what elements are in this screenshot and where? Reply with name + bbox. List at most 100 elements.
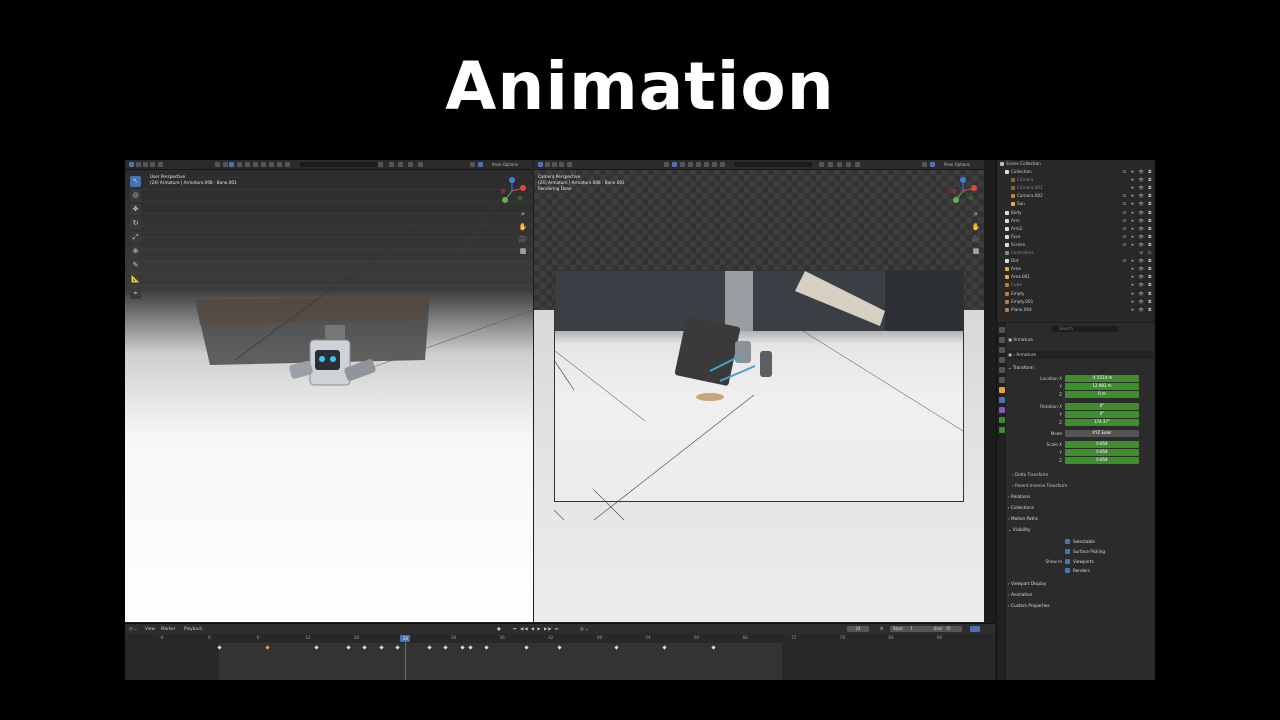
outliner-item[interactable]: Empty.001 ➤ 👁 ◘ bbox=[997, 298, 1155, 306]
visibility-icons[interactable]: ☑ ☐ bbox=[1140, 249, 1153, 257]
timeline-menu-view[interactable]: View bbox=[145, 624, 155, 634]
visibility-section[interactable]: ⌄ Visibility bbox=[1008, 525, 1154, 534]
bone-tab-icon[interactable] bbox=[998, 427, 1005, 433]
tool-tab-icon[interactable] bbox=[998, 327, 1005, 333]
visibility-icons[interactable]: ➤ 👁 ◘ bbox=[1131, 184, 1153, 192]
collections-section[interactable]: › Collections bbox=[1008, 503, 1154, 512]
scale-y-row: Y 0.854 bbox=[1008, 449, 1154, 457]
collection-icon bbox=[1005, 234, 1009, 239]
properties-body: Search ▣ Armature ▣ ‹ Armature ⌄ Transfo… bbox=[1008, 325, 1154, 680]
scale-z-field[interactable]: 0.854 bbox=[1065, 457, 1139, 464]
record-icon[interactable]: ● bbox=[497, 624, 501, 634]
animation-section[interactable]: › Animation bbox=[1008, 590, 1154, 599]
viewport-right[interactable]: Pose Options Camera Perspective (24) Arm… bbox=[534, 160, 984, 622]
frame-tick-label: 72 bbox=[791, 635, 797, 640]
properties-search-input[interactable]: Search bbox=[1051, 326, 1119, 332]
constraint-tab-icon[interactable] bbox=[998, 407, 1005, 413]
relations-section[interactable]: › Relations bbox=[1008, 492, 1154, 501]
visibility-icons[interactable]: ☑ ➤ 👁 ◘ bbox=[1123, 209, 1153, 217]
motion-paths-section[interactable]: › Motion Paths bbox=[1008, 514, 1154, 523]
rotation-x-field[interactable]: 0° bbox=[1065, 403, 1139, 410]
output-tab-icon[interactable] bbox=[998, 347, 1005, 353]
playback-controls[interactable]: ⏮ ◀◀ ◀ ▶ ▶▶ ⏭ bbox=[513, 624, 560, 634]
modifier-tab-icon[interactable] bbox=[998, 397, 1005, 403]
visibility-icons[interactable]: ➤ 👁 ◘ bbox=[1131, 306, 1153, 314]
scale-x-field[interactable]: 0.854 bbox=[1065, 441, 1139, 448]
outliner-item[interactable]: Face ☑ ➤ 👁 ◘ bbox=[997, 233, 1155, 241]
visibility-icons[interactable]: ➤ 👁 ◘ bbox=[1131, 265, 1153, 273]
timeline-menu-playback[interactable]: Playback bbox=[184, 624, 203, 634]
outliner-item[interactable]: Dot ☑ ➤ 👁 ◘ bbox=[997, 257, 1155, 265]
surface-picking-checkbox[interactable] bbox=[1065, 549, 1070, 554]
end-frame-field[interactable]: End 70 bbox=[931, 626, 962, 632]
world-tab-icon[interactable] bbox=[998, 377, 1005, 383]
outliner-item[interactable]: Arm2 ☑ ➤ 👁 ◘ bbox=[997, 225, 1155, 233]
keying-icon[interactable]: ◎ ⌄ bbox=[580, 624, 589, 634]
outliner-item[interactable]: Cube ➤ 👁 ◘ bbox=[997, 281, 1155, 289]
visibility-icons[interactable]: ☑ ➤ 👁 ◘ bbox=[1123, 233, 1153, 241]
viewports-checkbox[interactable] bbox=[1065, 559, 1070, 564]
rotation-mode-dropdown[interactable]: XYZ Euler bbox=[1065, 430, 1139, 437]
visibility-icons[interactable]: ➤ 👁 ◘ bbox=[1131, 273, 1153, 281]
visibility-icons[interactable]: ☑ ➤ 👁 ◘ bbox=[1123, 200, 1153, 208]
clock-icon[interactable]: ⏱ bbox=[880, 624, 883, 634]
outliner-item[interactable]: Camera.002 ☑ ➤ 👁 ◘ bbox=[997, 192, 1155, 200]
object-tab-icon[interactable] bbox=[998, 387, 1005, 393]
timeline-header: ◷ ⌄ View Marker Playback ● ⏮ ◀◀ ◀ ▶ ▶▶ ⏭… bbox=[125, 624, 995, 634]
frame-tick-label: 78 bbox=[839, 635, 845, 640]
outliner-item[interactable]: Arm ☑ ➤ 👁 ◘ bbox=[997, 217, 1155, 225]
outliner-item[interactable]: Body ☑ ➤ 👁 ◘ bbox=[997, 209, 1155, 217]
playhead-frame-label[interactable]: 24 bbox=[400, 635, 411, 642]
selectable-checkbox[interactable] bbox=[1065, 539, 1070, 544]
rotation-z-field[interactable]: 174.37° bbox=[1065, 419, 1139, 426]
transform-section[interactable]: ⌄ Transform bbox=[1008, 363, 1154, 372]
visibility-icons[interactable]: ➤ 👁 ◘ bbox=[1131, 298, 1153, 306]
visibility-icons[interactable]: ☑ ➤ 👁 ◘ bbox=[1123, 168, 1153, 176]
data-tab-icon[interactable] bbox=[998, 417, 1005, 423]
outliner-item[interactable]: Screen ☑ ➤ 👁 ◘ bbox=[997, 241, 1155, 249]
outliner-item[interactable]: Area ➤ 👁 ◘ bbox=[997, 265, 1155, 273]
outliner-item[interactable]: Area.001 ➤ 👁 ◘ bbox=[997, 273, 1155, 281]
outliner-item[interactable]: Sun ☑ ➤ 👁 ◘ bbox=[997, 200, 1155, 208]
outliner-item[interactable]: Camera.001 ➤ 👁 ◘ bbox=[997, 184, 1155, 192]
object-name-field[interactable]: ▣ Armature bbox=[1008, 336, 1154, 344]
outliner-item[interactable]: Camera ➤ 👁 ◘ bbox=[997, 176, 1155, 184]
view-options-icon[interactable] bbox=[970, 626, 980, 632]
outliner-item[interactable]: Controllers ☑ ☐ bbox=[997, 249, 1155, 257]
visibility-icons[interactable]: ➤ 👁 ◘ bbox=[1131, 281, 1153, 289]
view-layer-tab-icon[interactable] bbox=[998, 357, 1005, 363]
scene-tab-icon[interactable] bbox=[998, 367, 1005, 373]
visibility-icons[interactable]: ☑ ➤ 👁 ◘ bbox=[1123, 257, 1153, 265]
timeline-menu-marker[interactable]: Marker bbox=[161, 624, 175, 634]
render-tab-icon[interactable] bbox=[998, 337, 1005, 343]
custom-properties-section[interactable]: › Custom Properties bbox=[1008, 601, 1154, 610]
frame-tick-label: -6 bbox=[159, 635, 164, 640]
start-frame-field[interactable]: Start 1 bbox=[890, 626, 931, 632]
scale-y-field[interactable]: 0.854 bbox=[1065, 449, 1139, 456]
outliner-item[interactable]: Plane.004 ➤ 👁 ◘ bbox=[997, 306, 1155, 314]
scene-collection-icon bbox=[1000, 162, 1004, 166]
rotation-y-field[interactable]: 0° bbox=[1065, 411, 1139, 418]
frame-tick-label: 60 bbox=[694, 635, 700, 640]
visibility-icons[interactable]: ☑ ➤ 👁 ◘ bbox=[1123, 225, 1153, 233]
outliner-item[interactable]: Empty ➤ 👁 ◘ bbox=[997, 290, 1155, 298]
renders-checkbox[interactable] bbox=[1065, 568, 1070, 573]
visibility-icons[interactable]: ➤ 👁 ◘ bbox=[1131, 176, 1153, 184]
parent-inverse-section[interactable]: › Parent Inverse Transform bbox=[1012, 481, 1154, 490]
location-z-field[interactable]: 0 m bbox=[1065, 391, 1139, 398]
viewport-left[interactable]: Pose Options User Perspective (24) Armat… bbox=[125, 160, 533, 622]
outliner-item[interactable]: Collection ☑ ➤ 👁 ◘ bbox=[997, 168, 1155, 176]
timeline[interactable]: ◷ ⌄ View Marker Playback ● ⏮ ◀◀ ◀ ▶ ▶▶ ⏭… bbox=[125, 623, 995, 680]
visibility-icons[interactable]: ☑ ➤ 👁 ◘ bbox=[1123, 217, 1153, 225]
location-y-field[interactable]: 12.983 m bbox=[1065, 383, 1139, 390]
visibility-icons[interactable]: ➤ 👁 ◘ bbox=[1131, 290, 1153, 298]
outliner-root[interactable]: Scene Collection bbox=[997, 160, 1155, 168]
viewport-display-section[interactable]: › Viewport Display bbox=[1008, 579, 1154, 588]
delta-transform-section[interactable]: › Delta Transform bbox=[1012, 470, 1154, 479]
current-frame-field[interactable]: 24 bbox=[847, 626, 869, 632]
visibility-icons[interactable]: ☑ ➤ 👁 ◘ bbox=[1123, 192, 1153, 200]
location-x-field[interactable]: -4.5514 m bbox=[1065, 375, 1139, 382]
visibility-icons[interactable]: ☑ ➤ 👁 ◘ bbox=[1123, 241, 1153, 249]
data-name-field[interactable]: ▣ ‹ Armature bbox=[1008, 351, 1154, 359]
editor-type-icon[interactable]: ◷ ⌄ bbox=[129, 624, 138, 634]
